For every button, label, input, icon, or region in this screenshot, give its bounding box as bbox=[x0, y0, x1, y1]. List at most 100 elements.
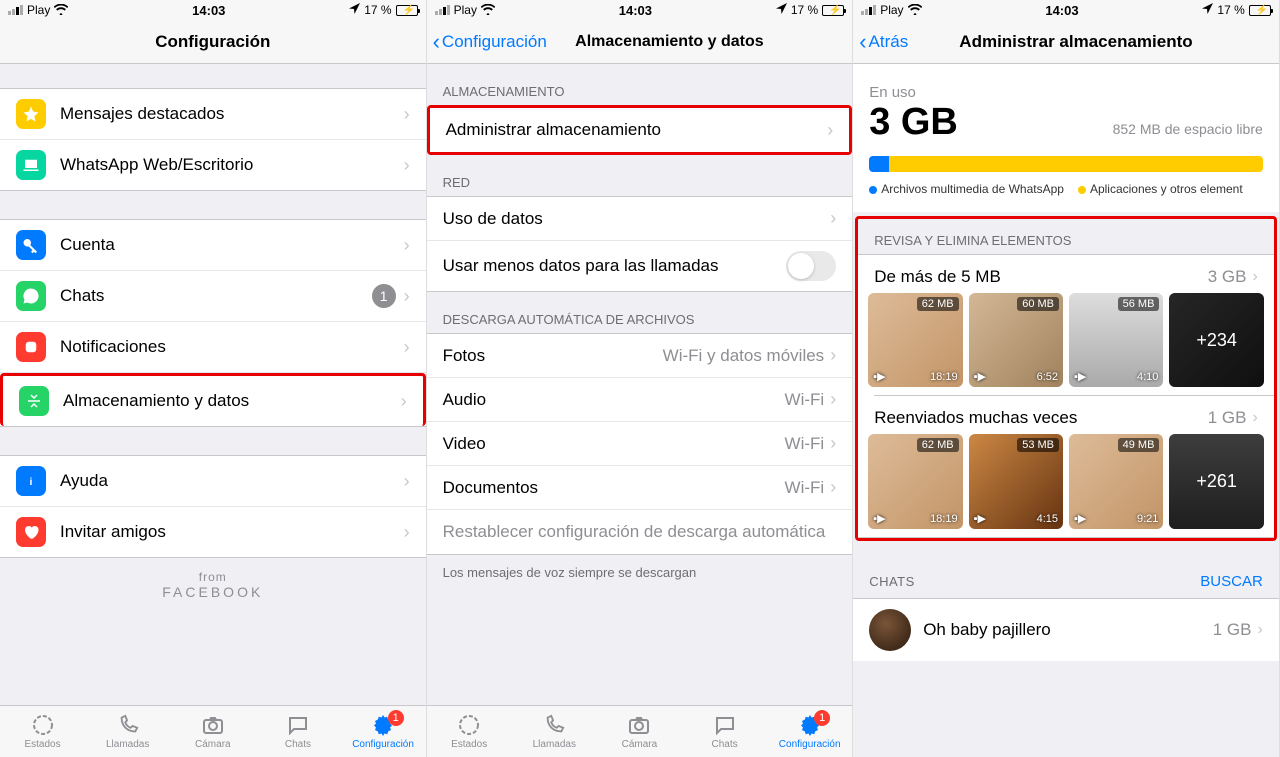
search-button[interactable]: BUSCAR bbox=[1200, 573, 1263, 590]
tab-calls[interactable]: Llamadas bbox=[512, 706, 597, 757]
wifi-icon bbox=[54, 3, 68, 18]
storage-group: Administrar almacenamiento › bbox=[427, 105, 853, 155]
page-title: Administrar almacenamiento bbox=[959, 32, 1192, 52]
chevron-right-icon: › bbox=[1257, 621, 1262, 639]
tab-calls[interactable]: Llamadas bbox=[85, 706, 170, 757]
tab-bar: Estados Llamadas Cámara Chats 1Configura… bbox=[427, 705, 853, 757]
row-photos[interactable]: FotosWi-Fi y datos móviles› bbox=[427, 334, 853, 378]
tab-status[interactable]: Estados bbox=[427, 706, 512, 757]
chats-list-header: CHATS BUSCAR bbox=[853, 545, 1279, 598]
row-help[interactable]: i Ayuda › bbox=[0, 456, 426, 507]
media-thumb-more[interactable]: +261 bbox=[1169, 434, 1263, 528]
media-thumb[interactable]: 56 MB▪▶4:10 bbox=[1069, 293, 1163, 387]
chevron-left-icon: ‹ bbox=[433, 29, 440, 55]
storage-legend: Archivos multimedia de WhatsApp Aplicaci… bbox=[869, 182, 1263, 196]
chevron-right-icon: › bbox=[830, 345, 836, 366]
chevron-right-icon: › bbox=[1252, 268, 1257, 286]
row-storage[interactable]: Almacenamiento y datos › bbox=[0, 373, 426, 426]
row-video[interactable]: VideoWi-Fi› bbox=[427, 422, 853, 466]
settings-badge: 1 bbox=[814, 710, 830, 726]
chevron-right-icon: › bbox=[830, 208, 836, 229]
location-icon bbox=[349, 3, 360, 17]
tab-chats[interactable]: Chats bbox=[255, 706, 340, 757]
back-button[interactable]: ‹Atrás bbox=[859, 29, 908, 55]
row-larger-than-5mb[interactable]: De más de 5 MB3 GB› 62 MB▪▶18:19 60 MB▪▶… bbox=[858, 255, 1274, 395]
autodl-group: FotosWi-Fi y datos móviles› AudioWi-Fi› … bbox=[427, 333, 853, 555]
screen-storage-data: Play 14:03 17 % ⚡ ‹Configuración Almacen… bbox=[427, 0, 854, 757]
video-icon: ▪▶ bbox=[873, 370, 885, 383]
section-storage: ALMACENAMIENTO bbox=[427, 64, 853, 105]
bell-icon bbox=[16, 332, 46, 362]
wifi-icon bbox=[481, 3, 495, 18]
row-chats[interactable]: Chats 1 › bbox=[0, 271, 426, 322]
media-thumb[interactable]: 53 MB▪▶4:15 bbox=[969, 434, 1063, 528]
key-icon bbox=[16, 230, 46, 260]
larger-thumbnails: 62 MB▪▶18:19 60 MB▪▶6:52 56 MB▪▶4:10 +23… bbox=[868, 293, 1264, 387]
section-autodl: DESCARGA AUTOMÁTICA DE ARCHIVOS bbox=[427, 292, 853, 333]
tab-settings[interactable]: 1Configuración bbox=[341, 706, 426, 757]
settings-group-1: Mensajes destacados › WhatsApp Web/Escri… bbox=[0, 88, 426, 191]
chevron-right-icon: › bbox=[1252, 409, 1257, 427]
wifi-icon bbox=[908, 3, 922, 18]
media-thumb[interactable]: 62 MB▪▶18:19 bbox=[868, 434, 962, 528]
carrier: Play bbox=[27, 3, 50, 17]
chevron-right-icon: › bbox=[404, 235, 410, 256]
forwarded-thumbnails: 62 MB▪▶18:19 53 MB▪▶4:15 49 MB▪▶9:21 +26… bbox=[868, 434, 1264, 528]
row-web[interactable]: WhatsApp Web/Escritorio › bbox=[0, 140, 426, 190]
tab-status[interactable]: Estados bbox=[0, 706, 85, 757]
chevron-right-icon: › bbox=[404, 471, 410, 492]
section-review: REVISA Y ELIMINA ELEMENTOS bbox=[858, 219, 1274, 254]
heart-icon bbox=[16, 517, 46, 547]
chevron-right-icon: › bbox=[830, 477, 836, 498]
chevron-right-icon: › bbox=[404, 155, 410, 176]
row-invite[interactable]: Invitar amigos › bbox=[0, 507, 426, 557]
back-button[interactable]: ‹Configuración bbox=[433, 29, 547, 55]
page-title: Almacenamiento y datos bbox=[575, 33, 764, 51]
screen-manage-storage: Play 14:03 17 % ⚡ ‹Atrás Administrar alm… bbox=[853, 0, 1280, 757]
row-account[interactable]: Cuenta › bbox=[0, 220, 426, 271]
tab-bar: Estados Llamadas Cámara Chats 1Configura… bbox=[0, 705, 426, 757]
camera-icon bbox=[201, 713, 225, 737]
chats-badge: 1 bbox=[372, 284, 396, 308]
row-starred[interactable]: Mensajes destacados › bbox=[0, 89, 426, 140]
chat-bubble-icon bbox=[713, 713, 737, 737]
tab-settings[interactable]: 1Configuración bbox=[767, 706, 852, 757]
row-reset-autodl[interactable]: Restablecer configuración de descarga au… bbox=[427, 510, 853, 554]
media-thumb[interactable]: 62 MB▪▶18:19 bbox=[868, 293, 962, 387]
signal-icon bbox=[8, 5, 23, 15]
media-thumb[interactable]: 49 MB▪▶9:21 bbox=[1069, 434, 1163, 528]
status-bar: Play 14:03 17 % ⚡ bbox=[853, 0, 1279, 20]
row-low-data[interactable]: Usar menos datos para las llamadas bbox=[427, 241, 853, 291]
row-forwarded[interactable]: Reenviados muchas veces1 GB› 62 MB▪▶18:1… bbox=[858, 396, 1274, 536]
tab-chats[interactable]: Chats bbox=[682, 706, 767, 757]
chevron-right-icon: › bbox=[827, 120, 833, 141]
status-ring-icon bbox=[31, 713, 55, 737]
tab-camera[interactable]: Cámara bbox=[597, 706, 682, 757]
chevron-right-icon: › bbox=[401, 391, 407, 412]
chevron-right-icon: › bbox=[830, 433, 836, 454]
tab-camera[interactable]: Cámara bbox=[170, 706, 255, 757]
row-manage-storage[interactable]: Administrar almacenamiento › bbox=[430, 108, 850, 152]
chevron-right-icon: › bbox=[404, 522, 410, 543]
chat-bubble-icon bbox=[286, 713, 310, 737]
free-amount: 852 MB de espacio libre bbox=[1113, 121, 1263, 137]
video-icon: ▪▶ bbox=[974, 512, 986, 525]
settings-group-2: Cuenta › Chats 1 › Notificaciones › Alma… bbox=[0, 219, 426, 427]
location-icon bbox=[1202, 3, 1213, 17]
section-network: RED bbox=[427, 155, 853, 196]
chevron-right-icon: › bbox=[404, 104, 410, 125]
nav-header: ‹Configuración Almacenamiento y datos bbox=[427, 20, 853, 64]
svg-text:i: i bbox=[30, 476, 33, 488]
row-docs[interactable]: DocumentosWi-Fi› bbox=[427, 466, 853, 510]
row-audio[interactable]: AudioWi-Fi› bbox=[427, 378, 853, 422]
video-icon: ▪▶ bbox=[873, 512, 885, 525]
storage-bar bbox=[869, 156, 1263, 172]
media-thumb-more[interactable]: +234 bbox=[1169, 293, 1263, 387]
low-data-toggle[interactable] bbox=[786, 251, 836, 281]
chevron-left-icon: ‹ bbox=[859, 29, 866, 55]
row-notifications[interactable]: Notificaciones › bbox=[0, 322, 426, 373]
chat-storage-row[interactable]: Oh baby pajillero 1 GB › bbox=[853, 598, 1279, 661]
row-data-usage[interactable]: Uso de datos › bbox=[427, 197, 853, 241]
network-group: Uso de datos › Usar menos datos para las… bbox=[427, 196, 853, 292]
media-thumb[interactable]: 60 MB▪▶6:52 bbox=[969, 293, 1063, 387]
